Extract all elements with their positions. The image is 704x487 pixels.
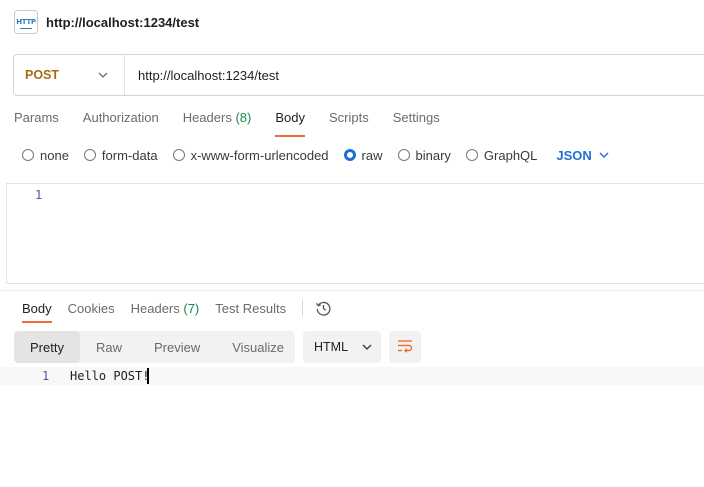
method-label: POST: [25, 68, 60, 82]
chevron-down-icon: [97, 69, 109, 81]
radio-urlencoded[interactable]: x-www-form-urlencoded: [172, 148, 329, 163]
tab-params[interactable]: Params: [14, 110, 59, 132]
wrap-lines-button[interactable]: [389, 331, 421, 363]
divider: [0, 290, 704, 291]
radio-binary[interactable]: binary: [397, 148, 451, 163]
request-tabs: Params Authorization Headers (8) Body Sc…: [14, 110, 464, 137]
text-cursor: [147, 368, 149, 384]
language-dropdown[interactable]: HTML: [303, 331, 381, 363]
wrap-lines-icon: [397, 339, 413, 356]
resp-tab-body[interactable]: Body: [22, 301, 52, 323]
format-dropdown[interactable]: JSON: [556, 148, 609, 163]
response-body-text[interactable]: Hello POST!: [70, 369, 149, 383]
tab-headers[interactable]: Headers (8): [183, 110, 252, 132]
radio-none[interactable]: none: [22, 148, 69, 163]
line-number: 1: [42, 369, 50, 383]
method-dropdown[interactable]: POST: [14, 55, 125, 95]
radio-circle-selected: [343, 149, 356, 161]
radio-circle: [465, 149, 478, 161]
tab-body[interactable]: Body: [275, 110, 305, 137]
response-view-group: Pretty Raw Preview Visualize: [14, 331, 295, 363]
line-number: 1: [35, 188, 43, 202]
view-pretty-button[interactable]: Pretty: [14, 331, 80, 363]
radio-circle: [397, 149, 410, 161]
headers-count: (8): [235, 110, 252, 125]
divider: [302, 300, 304, 316]
view-preview-button[interactable]: Preview: [138, 331, 216, 363]
tab-settings[interactable]: Settings: [393, 110, 440, 132]
tab-scripts[interactable]: Scripts: [329, 110, 369, 132]
chevron-down-icon: [362, 344, 372, 350]
radio-circle: [172, 149, 185, 161]
url-input[interactable]: http://localhost:1234/test: [125, 55, 704, 95]
radio-raw[interactable]: raw: [343, 148, 383, 163]
resp-tab-headers[interactable]: Headers (7): [131, 301, 200, 316]
http-file-icon: HTTP: [14, 10, 38, 34]
resp-tab-test-results[interactable]: Test Results: [215, 301, 286, 316]
body-type-radios: none form-data x-www-form-urlencoded raw…: [22, 146, 609, 164]
view-visualize-button[interactable]: Visualize: [216, 331, 300, 363]
request-body-editor[interactable]: 1: [6, 183, 704, 284]
resp-tab-cookies[interactable]: Cookies: [68, 301, 115, 316]
radio-form-data[interactable]: form-data: [83, 148, 158, 163]
title-bar: HTTP http://localhost:1234/test: [0, 0, 704, 44]
history-icon[interactable]: [315, 300, 332, 317]
request-title[interactable]: http://localhost:1234/test: [46, 15, 199, 30]
radio-circle: [83, 149, 96, 161]
radio-graphql[interactable]: GraphQL: [465, 148, 537, 163]
tab-authorization[interactable]: Authorization: [83, 110, 159, 132]
chevron-down-icon: [599, 152, 609, 158]
resp-headers-count: (7): [183, 300, 200, 316]
radio-circle: [22, 149, 34, 161]
url-bar: POST http://localhost:1234/test: [13, 54, 704, 96]
response-tabs: Body Cookies Headers (7) Test Results: [22, 298, 332, 323]
view-raw-button[interactable]: Raw: [80, 331, 138, 363]
